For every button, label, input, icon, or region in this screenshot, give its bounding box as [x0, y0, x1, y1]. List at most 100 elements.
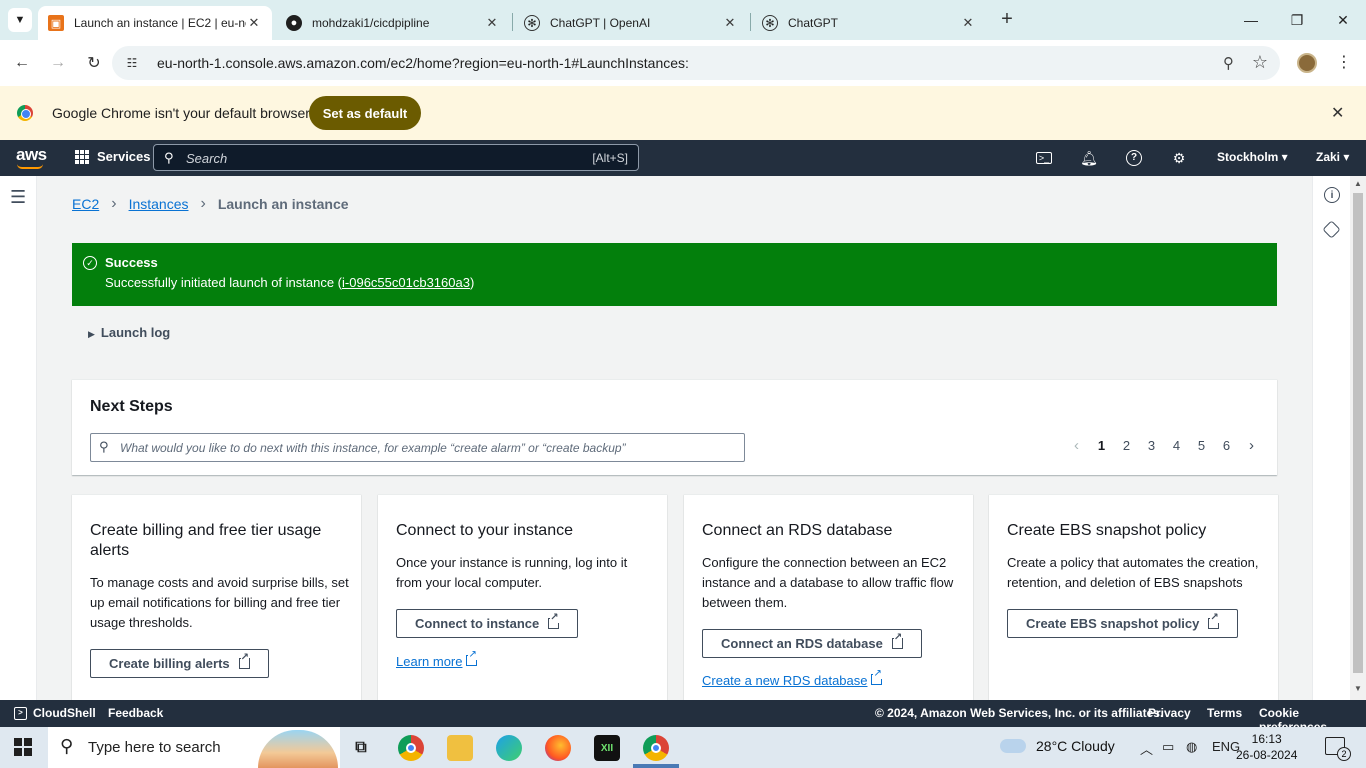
privacy-link[interactable]: Privacy — [1148, 706, 1191, 720]
close-icon[interactable]: ✕ — [722, 15, 738, 31]
site-info-icon[interactable]: ☷ — [124, 55, 140, 71]
scroll-down-icon[interactable]: ▼ — [1354, 684, 1362, 693]
aws-logo[interactable]: aws — [16, 145, 47, 165]
link-label: Create a new RDS database — [702, 673, 868, 688]
chevron-up-icon[interactable]: ︿ — [1140, 739, 1153, 758]
chrome-taskbar-icon[interactable] — [398, 735, 424, 761]
tab-chatgpt-openai[interactable]: ✻ ChatGPT | OpenAI ✕ — [514, 6, 748, 40]
reload-icon[interactable]: ↻ — [82, 51, 106, 75]
battery-icon[interactable]: ▭ — [1162, 739, 1174, 755]
scroll-thumb[interactable] — [1353, 193, 1363, 673]
connect-to-instance-button[interactable]: Connect to instance — [396, 609, 579, 638]
back-icon[interactable]: ← — [10, 51, 34, 75]
close-icon[interactable]: ✕ — [484, 15, 500, 31]
card-billing-alerts: Create billing and free tier usage alert… — [72, 494, 361, 700]
tab-title: ChatGPT | OpenAI — [550, 16, 651, 30]
profile-avatar[interactable] — [1297, 53, 1317, 73]
page-scrollbar[interactable]: ▲ ▼ — [1350, 176, 1366, 700]
copyright-text: © 2024, Amazon Web Services, Inc. or its… — [875, 706, 1164, 720]
card-rds-database: Connect an RDS database Configure the co… — [684, 494, 973, 700]
create-billing-alerts-button[interactable]: Create billing alerts — [90, 649, 269, 678]
close-icon[interactable]: ✕ — [960, 15, 976, 31]
notifications-bell-icon[interactable]: 🔔︎ — [1080, 149, 1098, 167]
zoom-icon[interactable]: ⚲ — [1223, 54, 1234, 72]
chevron-right-icon[interactable]: › — [1239, 437, 1264, 454]
page-2[interactable]: 2 — [1114, 438, 1139, 453]
cloudshell-button[interactable]: > CloudShell — [14, 706, 96, 720]
launch-log-label: Launch log — [100, 325, 171, 340]
firefox-icon[interactable] — [545, 735, 571, 761]
chevron-right-icon: › — [111, 195, 117, 212]
page-1[interactable]: 1 — [1089, 438, 1114, 453]
cloudshell-icon[interactable]: >_ — [1035, 149, 1053, 167]
button-label: Create EBS snapshot policy — [1026, 616, 1200, 631]
chevron-left-icon[interactable]: ‹ — [1064, 437, 1089, 454]
tab-search-icon[interactable]: ▼ — [8, 8, 32, 32]
aws-logo-smile — [17, 164, 43, 169]
url-text: eu-north-1.console.aws.amazon.com/ec2/ho… — [157, 55, 689, 71]
new-tab-icon[interactable]: + — [996, 9, 1018, 31]
instance-id-link[interactable]: i-096c55c01cb3160a3 — [342, 275, 470, 290]
openai-icon: ✻ — [762, 15, 778, 31]
search-highlight-illustration — [258, 730, 338, 768]
address-bar[interactable]: ☷ eu-north-1.console.aws.amazon.com/ec2/… — [112, 46, 1280, 80]
create-new-rds-database-link[interactable]: Create a new RDS database — [702, 669, 883, 688]
page-4[interactable]: 4 — [1164, 438, 1189, 453]
page-3[interactable]: 3 — [1139, 438, 1164, 453]
file-explorer-icon[interactable] — [447, 735, 473, 761]
hexagon-settings-icon[interactable] — [1322, 220, 1341, 239]
settings-gear-icon[interactable]: ⚙ — [1170, 149, 1188, 167]
infobar-close-icon[interactable]: ✕ — [1331, 103, 1344, 123]
search-icon: ⚲ — [60, 736, 74, 756]
info-icon[interactable]: i — [1324, 187, 1340, 203]
region-selector[interactable]: Stockholm ▾ — [1217, 150, 1288, 164]
browser-menu-icon[interactable]: ⋮ — [1336, 52, 1352, 72]
windows-start-icon[interactable] — [14, 738, 32, 756]
chrome-profile-taskbar-icon[interactable] — [643, 735, 669, 761]
create-ebs-snapshot-policy-button[interactable]: Create EBS snapshot policy — [1007, 609, 1239, 638]
restore-icon[interactable]: ❐ — [1274, 0, 1320, 40]
taskbar-search-box[interactable]: ⚲ Type here to search — [48, 727, 340, 768]
connect-rds-database-button[interactable]: Connect an RDS database — [702, 629, 922, 658]
bookmark-star-icon[interactable]: ☆ — [1252, 52, 1268, 73]
external-link-icon — [891, 633, 903, 649]
notification-center-icon[interactable]: 2 — [1325, 737, 1351, 761]
help-icon[interactable]: ? — [1125, 149, 1143, 167]
windows-taskbar: ⚲ Type here to search ⧉ XII 28°C Cloudy … — [0, 727, 1366, 768]
flash-message-suffix: ) — [469, 275, 475, 290]
forward-icon[interactable]: → — [46, 51, 70, 75]
next-steps-search-input[interactable]: ⚲ What would you like to do next with th… — [90, 433, 745, 462]
external-link-icon — [1208, 613, 1220, 629]
learn-more-link[interactable]: Learn more — [396, 650, 478, 669]
edge-icon[interactable] — [496, 735, 522, 761]
xii-app-icon[interactable]: XII — [594, 735, 620, 761]
hamburger-menu-icon[interactable]: ☰ — [10, 187, 26, 208]
system-clock[interactable]: 16:13 26-08-2024 — [1236, 731, 1297, 763]
tab-launch-instance[interactable]: ▣ Launch an instance | EC2 | eu-no ✕ — [38, 6, 272, 40]
button-label: Connect an RDS database — [721, 636, 883, 651]
card-title: Create EBS snapshot policy — [1007, 522, 1207, 539]
minimize-icon[interactable]: — — [1228, 0, 1274, 40]
tab-chatgpt[interactable]: ✻ ChatGPT ✕ — [752, 6, 986, 40]
window-close-icon[interactable]: ✕ — [1320, 0, 1366, 40]
clock-date: 26-08-2024 — [1236, 748, 1298, 762]
breadcrumb-instances-link[interactable]: Instances — [129, 196, 189, 212]
terms-link[interactable]: Terms — [1207, 706, 1242, 720]
network-icon[interactable]: ◍ — [1186, 739, 1197, 755]
services-menu-button[interactable]: Services — [75, 149, 151, 164]
set-as-default-button[interactable]: Set as default — [309, 96, 421, 130]
close-icon[interactable]: ✕ — [246, 15, 262, 31]
scroll-up-icon[interactable]: ▲ — [1354, 179, 1362, 188]
page-6[interactable]: 6 — [1214, 438, 1239, 453]
account-menu[interactable]: Zaki ▾ — [1316, 150, 1349, 164]
search-icon: ⚲ — [99, 439, 109, 454]
tab-github[interactable]: ● mohdzaki1/cicdpipline ✕ — [276, 6, 510, 40]
feedback-link[interactable]: Feedback — [108, 706, 163, 720]
page-5[interactable]: 5 — [1189, 438, 1214, 453]
aws-search-input[interactable]: ⚲ Search [Alt+S] — [153, 144, 639, 171]
breadcrumb-ec2-link[interactable]: EC2 — [72, 196, 99, 212]
launch-log-expander[interactable]: ▶ Launch log — [88, 325, 170, 340]
external-link-icon — [238, 653, 250, 669]
weather-widget[interactable]: 28°C Cloudy — [1000, 738, 1115, 754]
task-view-icon[interactable]: ⧉ — [348, 735, 374, 761]
